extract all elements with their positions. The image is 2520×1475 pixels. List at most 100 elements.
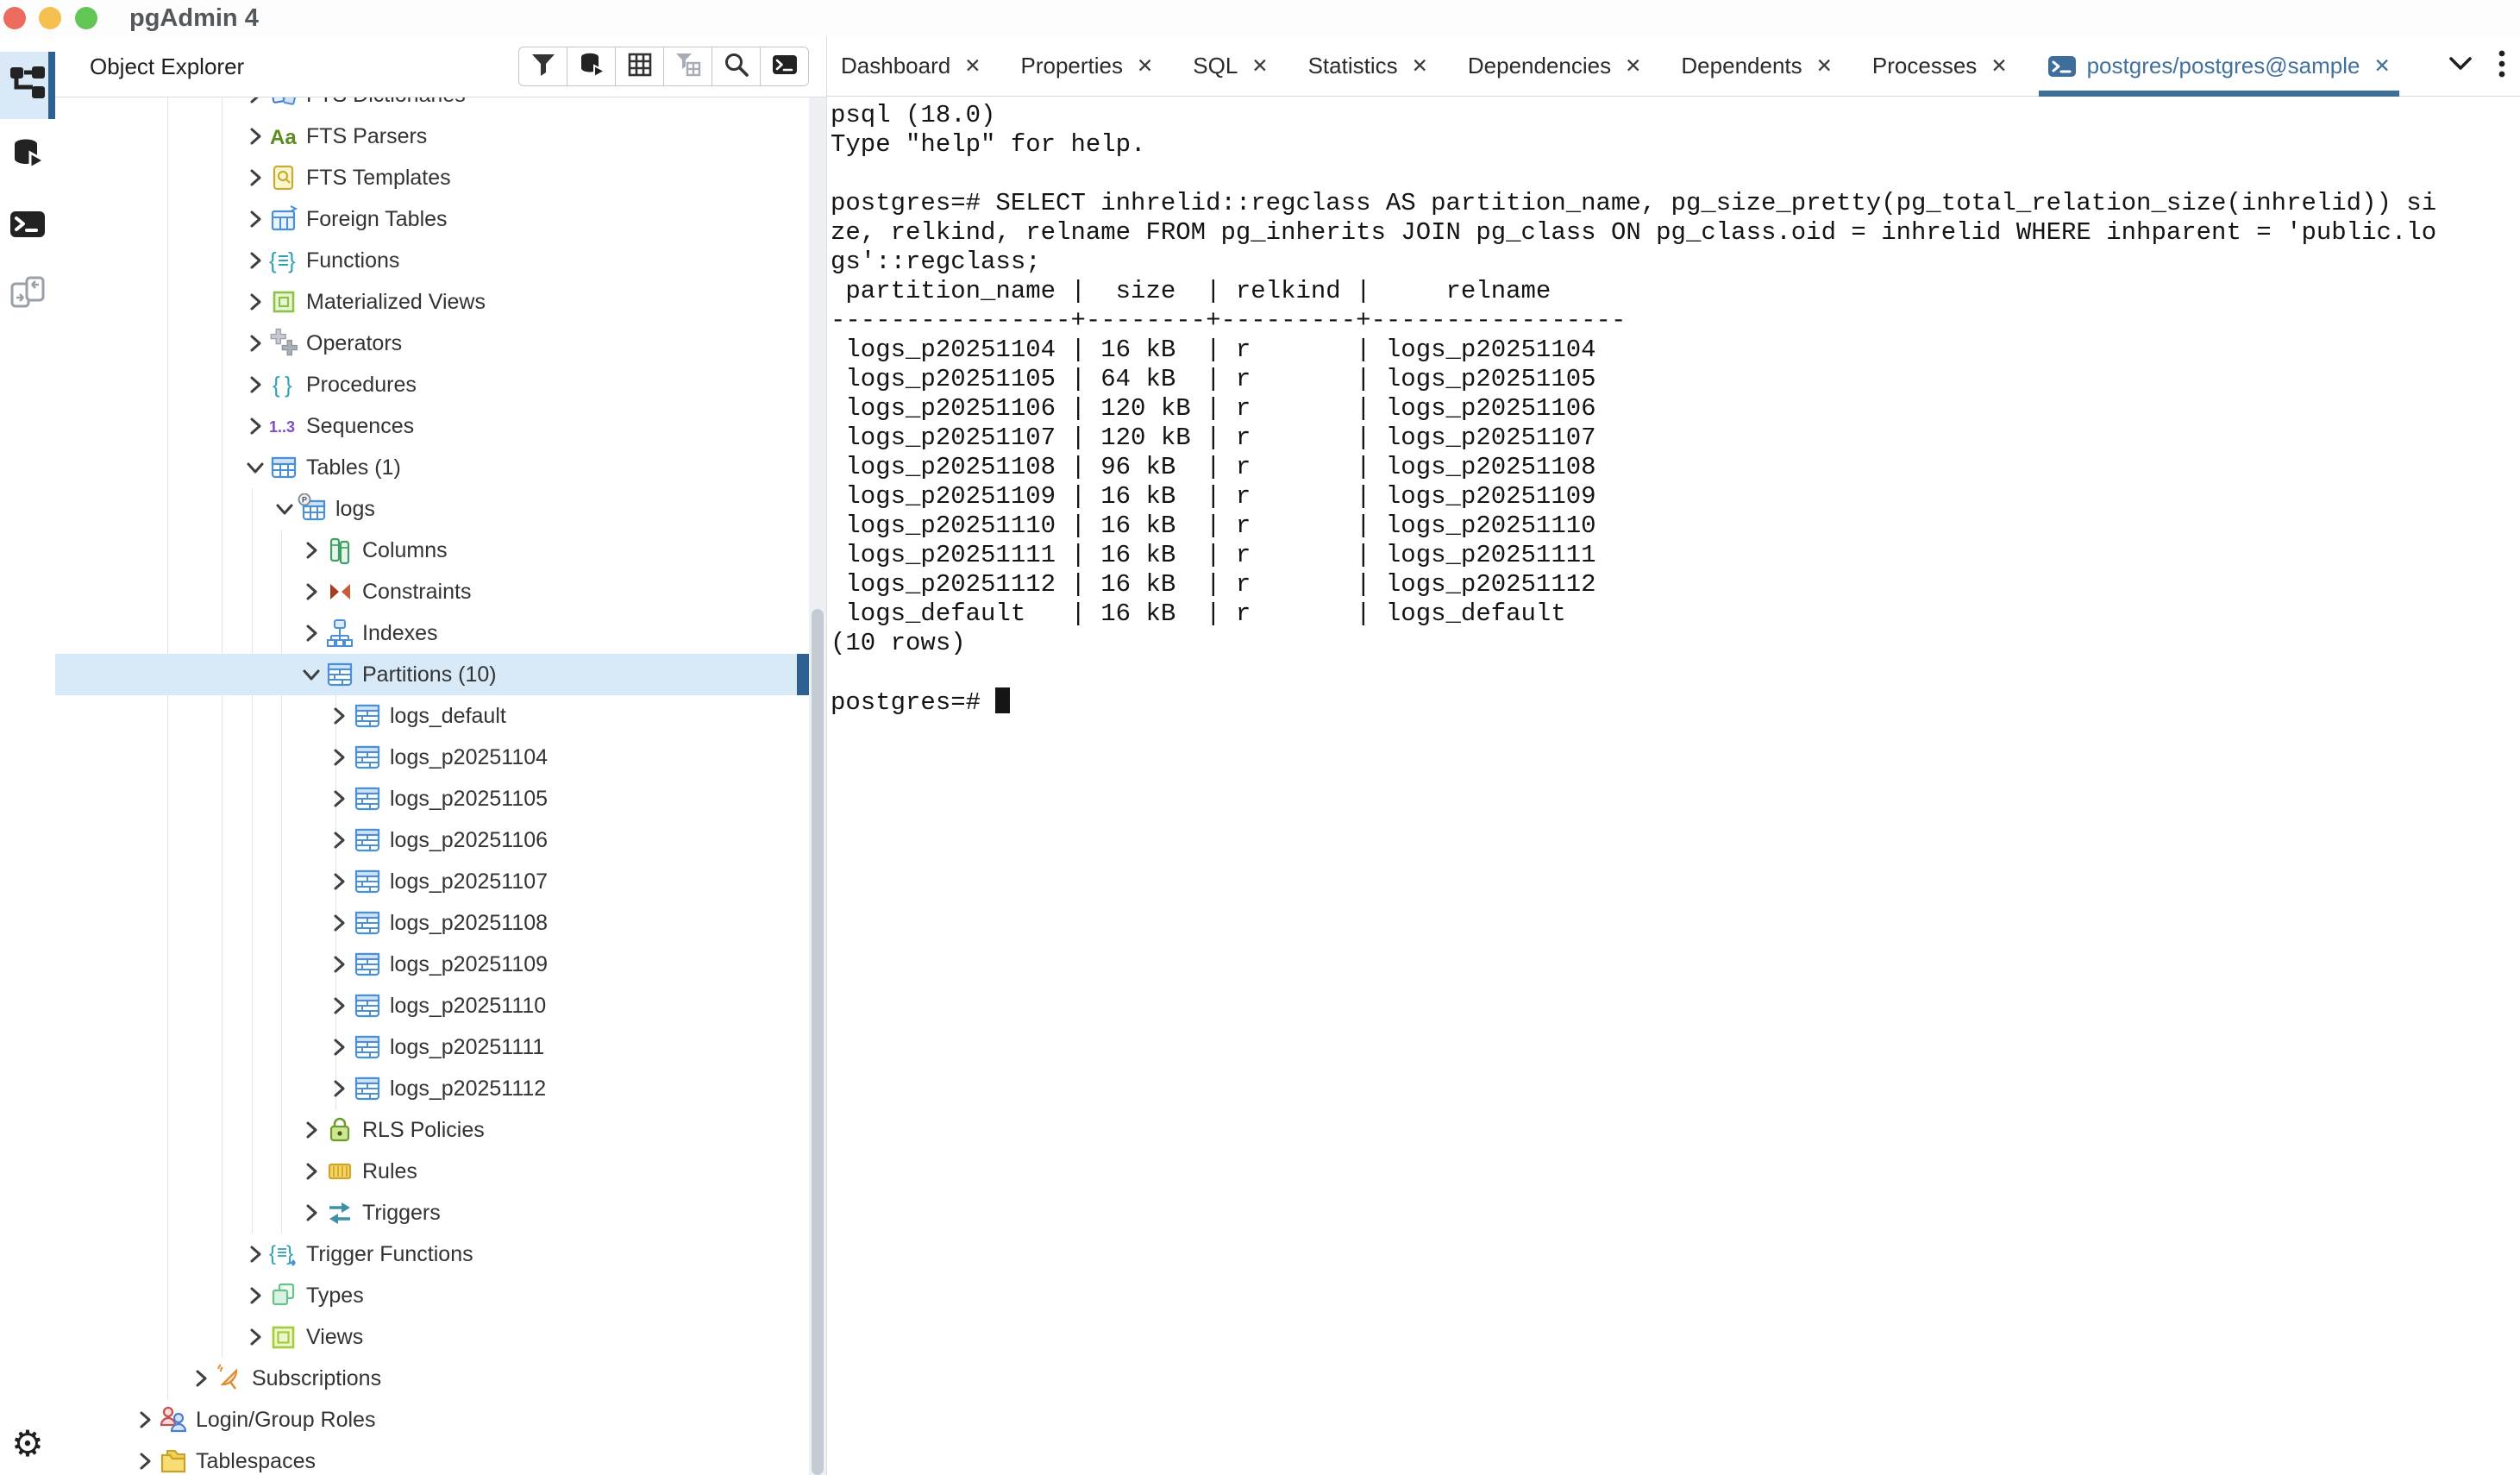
chevron-right-icon[interactable]: [300, 581, 323, 603]
tab-dependencies[interactable]: Dependencies✕: [1468, 36, 1642, 97]
chevron-right-icon[interactable]: [328, 746, 350, 769]
tree-item-logs[interactable]: Plogs: [55, 488, 809, 530]
tab-dashboard[interactable]: Dashboard✕: [841, 36, 981, 97]
chevron-right-icon[interactable]: [300, 539, 323, 562]
rail-item-query-tool[interactable]: [0, 123, 55, 191]
tree-item-indexes[interactable]: Indexes: [55, 612, 809, 654]
chevron-right-icon[interactable]: [328, 829, 350, 851]
tree-item-tables-1[interactable]: Tables (1): [55, 447, 809, 488]
tree-item-rules[interactable]: Rules: [55, 1151, 809, 1192]
tree-item-materialized-views[interactable]: Materialized Views: [55, 281, 809, 323]
chevron-right-icon[interactable]: [244, 415, 266, 437]
tree-item-subscriptions[interactable]: Subscriptions: [55, 1358, 809, 1399]
tree-item-operators[interactable]: Operators: [55, 323, 809, 364]
tree-item-fts-templates[interactable]: FTS Templates: [55, 157, 809, 198]
chevron-right-icon[interactable]: [328, 912, 350, 934]
chevron-right-icon[interactable]: [244, 166, 266, 189]
tree-item-rls-policies[interactable]: RLS Policies: [55, 1109, 809, 1151]
chevron-right-icon[interactable]: [244, 125, 266, 148]
tree-item-logs-p20251111[interactable]: logs_p20251111: [55, 1026, 809, 1068]
chevron-right-icon[interactable]: [244, 1326, 266, 1348]
tree-item-sequences[interactable]: 1..3Sequences: [55, 405, 809, 447]
chevron-right-icon[interactable]: [300, 1160, 323, 1183]
tree-item-logs-p20251110[interactable]: logs_p20251110: [55, 985, 809, 1026]
tree-item-partitions-10[interactable]: Partitions (10): [55, 654, 809, 695]
chevron-right-icon[interactable]: [244, 291, 266, 313]
tab-dependents[interactable]: Dependents✕: [1681, 36, 1833, 97]
tab-processes[interactable]: Processes✕: [1872, 36, 2008, 97]
close-tab-icon[interactable]: ✕: [2373, 56, 2390, 76]
chevron-right-icon[interactable]: [300, 1119, 323, 1141]
chevron-down-icon[interactable]: [244, 456, 266, 479]
tree-item-constraints[interactable]: Constraints: [55, 571, 809, 612]
tree-item-trigger-functions[interactable]: {}Trigger Functions: [55, 1233, 809, 1275]
chevron-right-icon[interactable]: [328, 870, 350, 893]
filter-button[interactable]: [518, 47, 567, 86]
chevron-right-icon[interactable]: [134, 1409, 156, 1431]
chevron-right-icon[interactable]: [328, 705, 350, 727]
close-tab-icon[interactable]: ✕: [1625, 56, 1641, 76]
tree-item-logs-p20251109[interactable]: logs_p20251109: [55, 944, 809, 985]
close-tab-icon[interactable]: ✕: [1816, 56, 1833, 76]
tree-item-functions[interactable]: {}Functions: [55, 240, 809, 281]
tree-item-logs-p20251108[interactable]: logs_p20251108: [55, 902, 809, 944]
chevron-down-icon[interactable]: [273, 498, 296, 520]
rail-item-schema-diff[interactable]: [0, 260, 55, 328]
close-tab-icon[interactable]: ✕: [1990, 56, 2007, 76]
tree-item-procedures[interactable]: {}Procedures: [55, 364, 809, 405]
chevron-right-icon[interactable]: [244, 249, 266, 272]
zoom-window-button[interactable]: [75, 7, 97, 29]
close-tab-icon[interactable]: ✕: [1137, 56, 1153, 76]
view-all-rows-button[interactable]: [615, 47, 664, 86]
tree-item-logs-p20251104[interactable]: logs_p20251104: [55, 737, 809, 778]
tab-menu[interactable]: [2496, 49, 2508, 83]
open-psql-button[interactable]: [760, 47, 809, 86]
chevron-right-icon[interactable]: [244, 1284, 266, 1307]
chevron-right-icon[interactable]: [328, 995, 350, 1017]
tab-statistics[interactable]: Statistics✕: [1308, 36, 1428, 97]
tab-postgres-postgres-sample[interactable]: postgres/postgres@sample✕: [2047, 36, 2391, 97]
chevron-right-icon[interactable]: [300, 622, 323, 644]
rail-item-object-explorer[interactable]: [0, 52, 55, 119]
chevron-right-icon[interactable]: [300, 1202, 323, 1224]
tree-item-fts-parsers[interactable]: AaFTS Parsers: [55, 116, 809, 157]
close-tab-icon[interactable]: ✕: [1251, 56, 1268, 76]
minimize-window-button[interactable]: [39, 7, 61, 29]
tree-scrollbar[interactable]: [809, 97, 826, 1475]
view-filtered-rows-button[interactable]: [663, 47, 712, 86]
chevron-down-icon[interactable]: [300, 663, 323, 686]
tree-item-logs-p20251106[interactable]: logs_p20251106: [55, 819, 809, 861]
rail-item-settings[interactable]: ⚙: [0, 1412, 55, 1475]
close-tab-icon[interactable]: ✕: [964, 56, 981, 76]
tree-item-logs-default[interactable]: logs_default: [55, 695, 809, 737]
tree-item-triggers[interactable]: Triggers: [55, 1192, 809, 1233]
psql-terminal[interactable]: psql (18.0) Type "help" for help. postgr…: [831, 101, 2436, 718]
tab-properties[interactable]: Properties✕: [1020, 36, 1153, 97]
tree-item-columns[interactable]: Columns: [55, 530, 809, 571]
tree-item-logs-p20251105[interactable]: logs_p20251105: [55, 778, 809, 819]
tab-sql[interactable]: SQL✕: [1193, 36, 1268, 97]
tree-item-logs-p20251112[interactable]: logs_p20251112: [55, 1068, 809, 1109]
tree-item-types[interactable]: Types: [55, 1275, 809, 1316]
close-window-button[interactable]: [3, 7, 26, 29]
search-objects-button[interactable]: [711, 47, 761, 86]
chevron-right-icon[interactable]: [328, 1036, 350, 1058]
chevron-right-icon[interactable]: [244, 332, 266, 355]
chevron-right-icon[interactable]: [244, 208, 266, 230]
chevron-right-icon[interactable]: [244, 1243, 266, 1265]
chevron-right-icon[interactable]: [328, 953, 350, 976]
chevron-right-icon[interactable]: [328, 788, 350, 810]
tree-item-tablespaces[interactable]: Tablespaces: [55, 1440, 809, 1475]
tree-item-views[interactable]: Views: [55, 1316, 809, 1358]
chevron-right-icon[interactable]: [134, 1450, 156, 1472]
tab-list-dropdown[interactable]: [2448, 54, 2473, 78]
tree-scrollbar-thumb[interactable]: [812, 609, 824, 1475]
chevron-right-icon[interactable]: [244, 373, 266, 396]
tree-item-login-group-roles[interactable]: Login/Group Roles: [55, 1399, 809, 1440]
view-data-button[interactable]: [567, 47, 616, 86]
close-tab-icon[interactable]: ✕: [1412, 56, 1428, 76]
tree-item-foreign-tables[interactable]: Foreign Tables: [55, 198, 809, 240]
chevron-right-icon[interactable]: [190, 1367, 212, 1390]
rail-item-psql-tool[interactable]: [0, 192, 55, 260]
chevron-right-icon[interactable]: [328, 1077, 350, 1100]
